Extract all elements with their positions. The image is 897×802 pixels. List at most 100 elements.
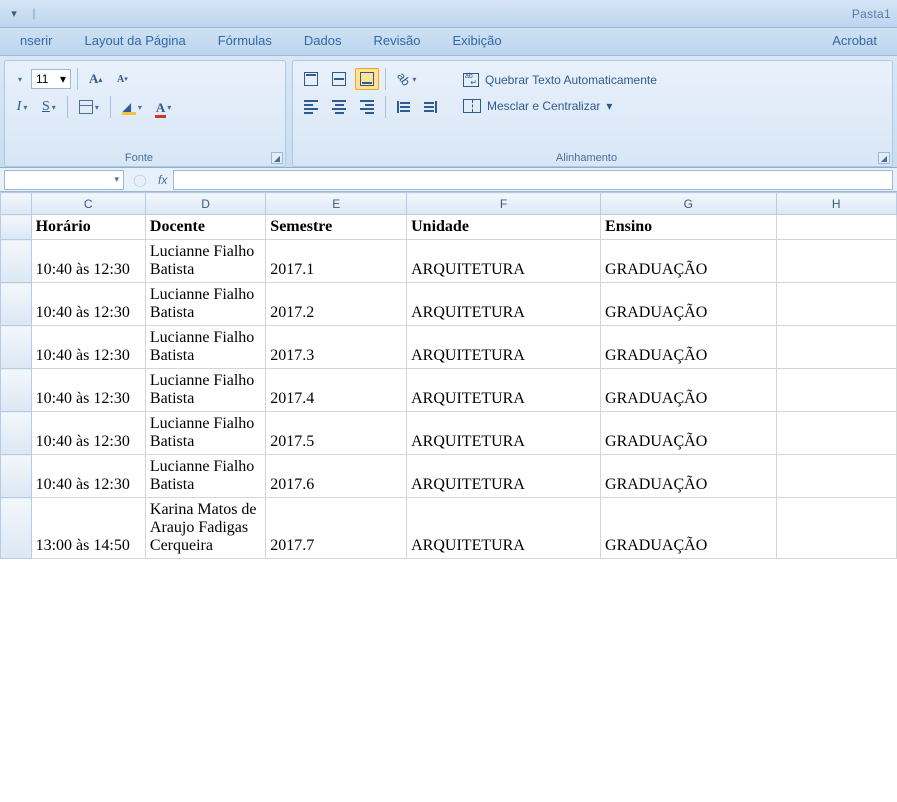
cell[interactable]: ARQUITETURA [407, 498, 601, 559]
decrease-indent-button[interactable] [392, 96, 415, 118]
italic-dropdown[interactable]: I▾ [11, 96, 33, 118]
cell[interactable]: GRADUAÇÃO [601, 369, 777, 412]
orientation-button[interactable]: ab▾ [392, 68, 421, 90]
grow-font-button[interactable]: A▴ [84, 68, 107, 90]
fx-label[interactable]: fx [152, 173, 173, 187]
fill-color-button[interactable]: ◢▾ [117, 96, 147, 118]
row-head[interactable] [1, 283, 32, 326]
cell[interactable]: 2017.3 [266, 326, 407, 369]
cell[interactable]: 2017.1 [266, 240, 407, 283]
cell[interactable]: 10:40 às 12:30 [31, 412, 145, 455]
shrink-font-button[interactable]: A▾ [111, 68, 133, 90]
cell[interactable]: ARQUITETURA [407, 283, 601, 326]
row-head[interactable] [1, 369, 32, 412]
name-box[interactable]: ▾ [4, 170, 124, 190]
tab-revisao[interactable]: Revisão [357, 28, 436, 55]
alinhamento-dialog-launcher[interactable]: ◢ [878, 152, 890, 164]
border-icon [79, 100, 93, 114]
valign-top-button[interactable] [299, 68, 323, 90]
cell[interactable]: Lucianne Fialho Batista [145, 455, 265, 498]
tab-inserir[interactable]: nserir [4, 28, 69, 55]
cell[interactable]: 10:40 às 12:30 [31, 240, 145, 283]
cell[interactable]: 10:40 às 12:30 [31, 455, 145, 498]
row-head[interactable] [1, 215, 32, 240]
cell[interactable]: Lucianne Fialho Batista [145, 283, 265, 326]
font-name-dropdown[interactable]: ▾ [11, 68, 27, 90]
cell[interactable]: ARQUITETURA [407, 326, 601, 369]
cell[interactable]: Lucianne Fialho Batista [145, 369, 265, 412]
cell[interactable] [776, 498, 896, 559]
cell[interactable]: GRADUAÇÃO [601, 240, 777, 283]
cell[interactable]: 13:00 às 14:50 [31, 498, 145, 559]
align-right-button[interactable] [355, 96, 379, 118]
cell[interactable]: 2017.2 [266, 283, 407, 326]
tab-exibicao[interactable]: Exibição [436, 28, 517, 55]
cell[interactable]: 2017.6 [266, 455, 407, 498]
col-head-E[interactable]: E [266, 193, 407, 215]
col-head-F[interactable]: F [407, 193, 601, 215]
align-center-button[interactable] [327, 96, 351, 118]
col-head-D[interactable]: D [145, 193, 265, 215]
merge-center-button[interactable]: Mesclar e Centralizar ▾ [456, 94, 664, 118]
increase-indent-button[interactable] [419, 96, 442, 118]
cell[interactable]: Lucianne Fialho Batista [145, 326, 265, 369]
cell[interactable]: Karina Matos de Araujo Fadigas Cerqueira [145, 498, 265, 559]
row-head[interactable] [1, 412, 32, 455]
valign-bottom-button[interactable] [355, 68, 379, 90]
select-all-corner[interactable] [1, 193, 32, 215]
cell[interactable]: 10:40 às 12:30 [31, 326, 145, 369]
align-center-icon [332, 100, 346, 114]
cell[interactable]: 2017.4 [266, 369, 407, 412]
align-left-button[interactable] [299, 96, 323, 118]
col-head-G[interactable]: G [601, 193, 777, 215]
row-head[interactable] [1, 240, 32, 283]
cell[interactable] [776, 412, 896, 455]
cell[interactable]: ARQUITETURA [407, 369, 601, 412]
font-color-button[interactable]: A▾ [151, 96, 176, 118]
cell[interactable]: 2017.5 [266, 412, 407, 455]
cell[interactable]: GRADUAÇÃO [601, 455, 777, 498]
row-head[interactable] [1, 498, 32, 559]
cell[interactable]: GRADUAÇÃO [601, 326, 777, 369]
cell[interactable]: GRADUAÇÃO [601, 498, 777, 559]
col-head-H[interactable]: H [776, 193, 896, 215]
col-head-C[interactable]: C [31, 193, 145, 215]
cell[interactable] [776, 215, 896, 240]
cell[interactable]: Horário [31, 215, 145, 240]
worksheet-grid[interactable]: C D E F G H Horário Docente Semestre Uni… [0, 192, 897, 559]
cell[interactable]: Ensino [601, 215, 777, 240]
fonte-dialog-launcher[interactable]: ◢ [271, 152, 283, 164]
cell[interactable] [776, 455, 896, 498]
cell[interactable]: Lucianne Fialho Batista [145, 240, 265, 283]
cell[interactable] [776, 283, 896, 326]
cell[interactable] [776, 326, 896, 369]
cell[interactable]: Docente [145, 215, 265, 240]
separator [385, 96, 386, 118]
cell[interactable]: ARQUITETURA [407, 240, 601, 283]
cell[interactable] [776, 369, 896, 412]
cell[interactable]: ARQUITETURA [407, 455, 601, 498]
cell[interactable]: Semestre [266, 215, 407, 240]
tab-layout-pagina[interactable]: Layout da Página [69, 28, 202, 55]
underline-button[interactable]: S▾ [37, 96, 61, 118]
row-head[interactable] [1, 455, 32, 498]
cell[interactable]: 10:40 às 12:30 [31, 369, 145, 412]
formula-input[interactable] [173, 170, 893, 190]
tab-formulas[interactable]: Fórmulas [202, 28, 288, 55]
wrap-text-button[interactable]: Quebrar Texto Automaticamente [456, 68, 664, 92]
font-size-input[interactable]: 11 ▾ [31, 69, 71, 89]
tab-acrobat[interactable]: Acrobat [816, 28, 893, 55]
row-head[interactable] [1, 326, 32, 369]
cell[interactable]: Unidade [407, 215, 601, 240]
cell[interactable]: GRADUAÇÃO [601, 283, 777, 326]
cell[interactable]: 10:40 às 12:30 [31, 283, 145, 326]
cell[interactable]: GRADUAÇÃO [601, 412, 777, 455]
cell[interactable]: Lucianne Fialho Batista [145, 412, 265, 455]
cell[interactable]: ARQUITETURA [407, 412, 601, 455]
valign-middle-button[interactable] [327, 68, 351, 90]
cell[interactable]: 2017.7 [266, 498, 407, 559]
cell[interactable] [776, 240, 896, 283]
tab-dados[interactable]: Dados [288, 28, 358, 55]
borders-button[interactable]: ▾ [74, 96, 104, 118]
qat-dropdown-icon[interactable]: ▾ [6, 6, 22, 22]
